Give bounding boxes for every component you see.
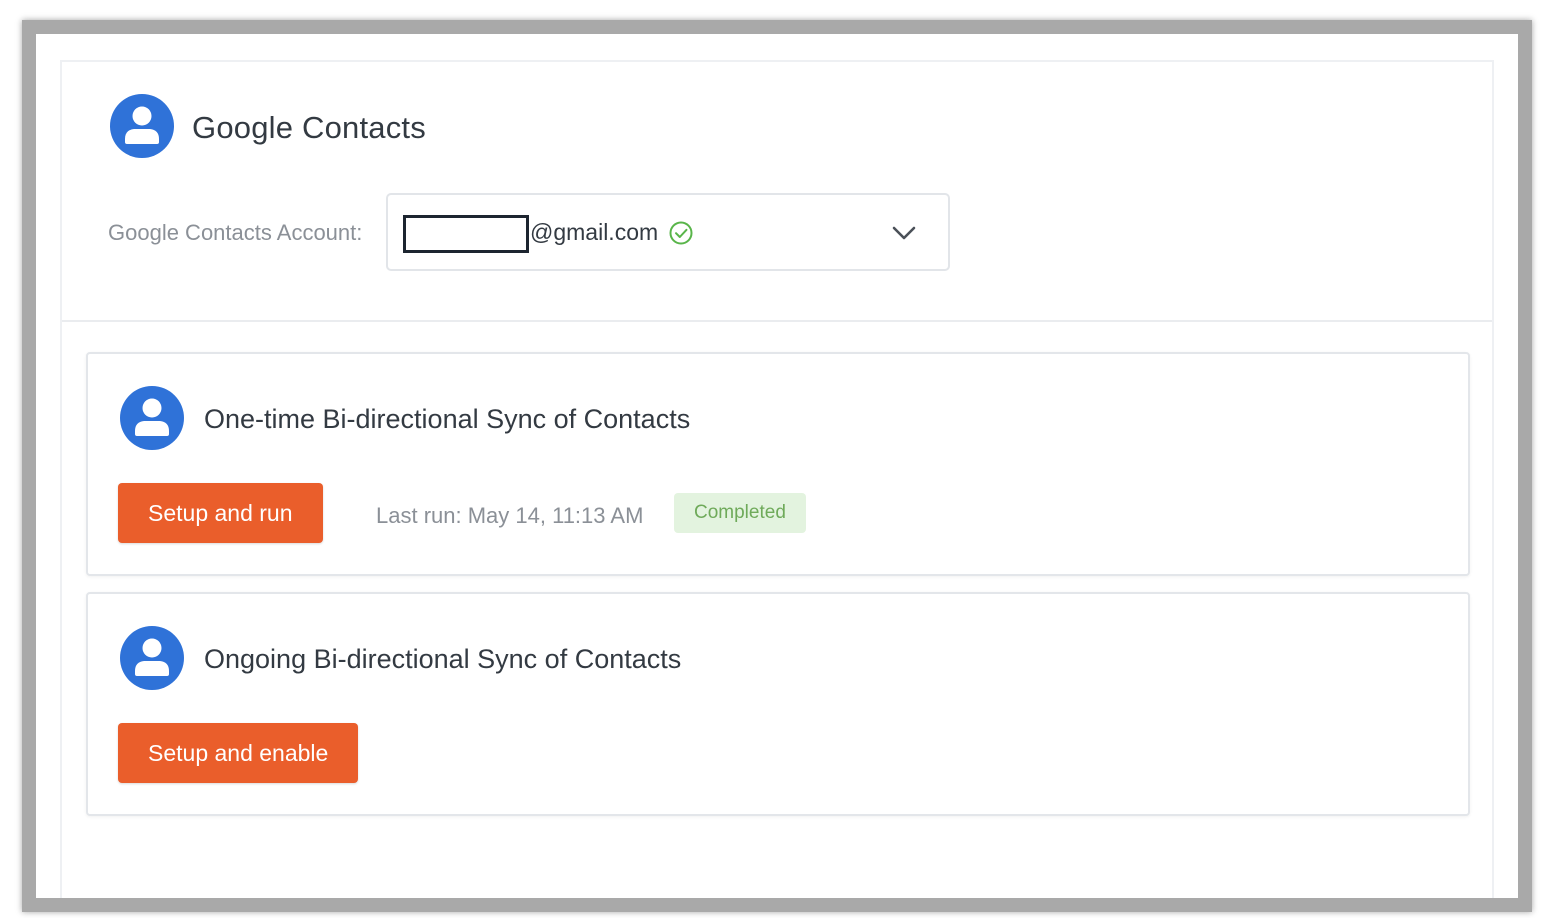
panel-header: Google Contacts Google Contacts Account:… — [62, 62, 1492, 322]
redacted-email-username — [403, 215, 529, 253]
account-label: Google Contacts Account: — [108, 220, 363, 245]
status-badge: Completed — [674, 493, 806, 533]
account-circle-icon — [120, 386, 184, 450]
google-contacts-panel: Google Contacts Google Contacts Account:… — [60, 60, 1494, 898]
setup-and-enable-button[interactable]: Setup and enable — [118, 723, 359, 783]
card-title: One-time Bi-directional Sync of Contacts — [204, 404, 691, 434]
screenshot-frame: Google Contacts Google Contacts Account:… — [22, 20, 1532, 912]
account-dropdown[interactable]: @gmail.com — [386, 193, 950, 271]
setup-and-run-button[interactable]: Setup and run — [118, 483, 323, 543]
check-circle-icon — [669, 221, 693, 245]
chevron-down-icon[interactable] — [890, 221, 918, 245]
card-title: Ongoing Bi-directional Sync of Contacts — [204, 644, 682, 674]
email-domain-text: @gmail.com — [530, 219, 659, 245]
one-time-sync-card: One-time Bi-directional Sync of Contacts… — [86, 352, 1470, 576]
last-run-text: Last run: May 14, 11:13 AM — [376, 503, 644, 528]
account-circle-icon — [110, 94, 174, 158]
ongoing-sync-card: Ongoing Bi-directional Sync of Contacts … — [86, 592, 1470, 816]
account-circle-icon — [120, 626, 184, 690]
page-title: Google Contacts — [192, 110, 426, 145]
